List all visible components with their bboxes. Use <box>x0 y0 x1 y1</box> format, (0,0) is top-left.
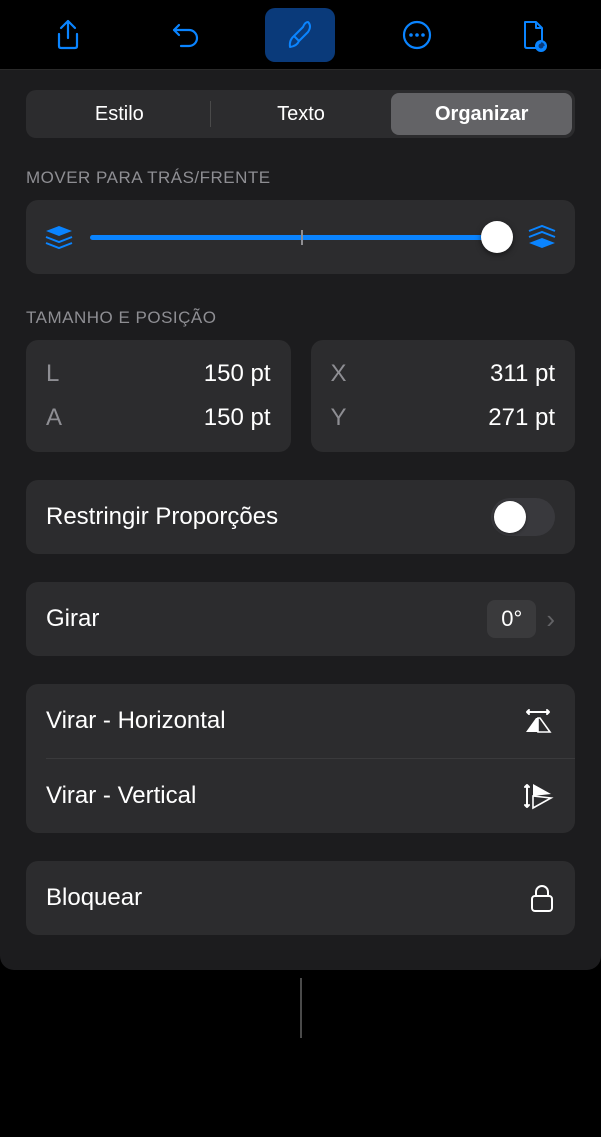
toggle-knob <box>494 501 526 533</box>
flip-horizontal-row[interactable]: Virar - Horizontal <box>26 684 575 758</box>
x-row: X 311 pt <box>331 352 556 396</box>
chevron-right-icon: › <box>546 604 555 635</box>
tab-text-label: Texto <box>277 103 325 126</box>
document-icon <box>516 18 550 52</box>
position-card[interactable]: X 311 pt Y 271 pt <box>311 340 576 452</box>
constrain-label: Restringir Proporções <box>46 503 278 531</box>
constrain-row: Restringir Proporções <box>26 480 575 554</box>
layer-slider[interactable] <box>90 235 511 240</box>
sizepos-section-label: TAMANHO E POSIÇÃO <box>26 308 575 328</box>
y-key: Y <box>331 404 347 432</box>
send-to-back-icon[interactable] <box>44 224 74 250</box>
rotate-value-group: 0° › <box>487 600 555 638</box>
constrain-toggle[interactable] <box>491 498 555 536</box>
flip-h-label: Virar - Horizontal <box>46 707 226 735</box>
x-key: X <box>331 360 347 388</box>
flip-card: Virar - Horizontal Virar - Vertical <box>26 684 575 833</box>
more-icon <box>400 18 434 52</box>
tab-style[interactable]: Estilo <box>29 93 210 135</box>
slider-knob[interactable] <box>481 221 513 253</box>
share-button[interactable] <box>33 8 103 62</box>
tab-arrange[interactable]: Organizar <box>391 93 572 135</box>
paintbrush-icon <box>283 18 317 52</box>
format-tabs: Estilo Texto Organizar <box>26 90 575 138</box>
layer-section-label: MOVER PARA TRÁS/FRENTE <box>26 168 575 188</box>
tab-arrange-label: Organizar <box>435 103 528 126</box>
width-key: L <box>46 360 59 388</box>
height-row: A 150 pt <box>46 396 271 440</box>
rotate-row[interactable]: Girar 0° › <box>26 582 575 656</box>
flip-v-label: Virar - Vertical <box>46 782 196 810</box>
callout-line <box>300 978 302 1038</box>
flip-vertical-row[interactable]: Virar - Vertical <box>26 759 575 833</box>
undo-icon <box>167 18 201 52</box>
height-key: A <box>46 404 62 432</box>
lock-label: Bloquear <box>46 884 142 912</box>
bring-to-front-icon[interactable] <box>527 224 557 250</box>
format-panel: Estilo Texto Organizar MOVER PARA TRÁS/F… <box>0 70 601 970</box>
width-row: L 150 pt <box>46 352 271 396</box>
lock-card: Bloquear <box>26 861 575 935</box>
lock-row[interactable]: Bloquear <box>26 861 575 935</box>
flip-vertical-icon <box>521 781 555 811</box>
toolbar <box>0 0 601 70</box>
rotate-label: Girar <box>46 605 99 633</box>
document-button[interactable] <box>498 8 568 62</box>
y-row: Y 271 pt <box>331 396 556 440</box>
height-value: 150 pt <box>204 404 271 432</box>
x-value: 311 pt <box>490 360 555 388</box>
tab-text[interactable]: Texto <box>211 93 392 135</box>
size-position-grid: L 150 pt A 150 pt X 311 pt Y 271 pt <box>26 340 575 452</box>
share-icon <box>51 18 85 52</box>
more-button[interactable] <box>382 8 452 62</box>
undo-button[interactable] <box>149 8 219 62</box>
tab-style-label: Estilo <box>95 103 144 126</box>
width-value: 150 pt <box>204 360 271 388</box>
rotate-value: 0° <box>487 600 536 638</box>
format-button[interactable] <box>265 8 335 62</box>
constrain-card: Restringir Proporções <box>26 480 575 554</box>
lock-icon <box>529 883 555 913</box>
slider-tick <box>301 230 303 245</box>
y-value: 271 pt <box>488 404 555 432</box>
size-card[interactable]: L 150 pt A 150 pt <box>26 340 291 452</box>
rotate-card: Girar 0° › <box>26 582 575 656</box>
flip-horizontal-icon <box>521 706 555 736</box>
layer-order-control <box>26 200 575 274</box>
